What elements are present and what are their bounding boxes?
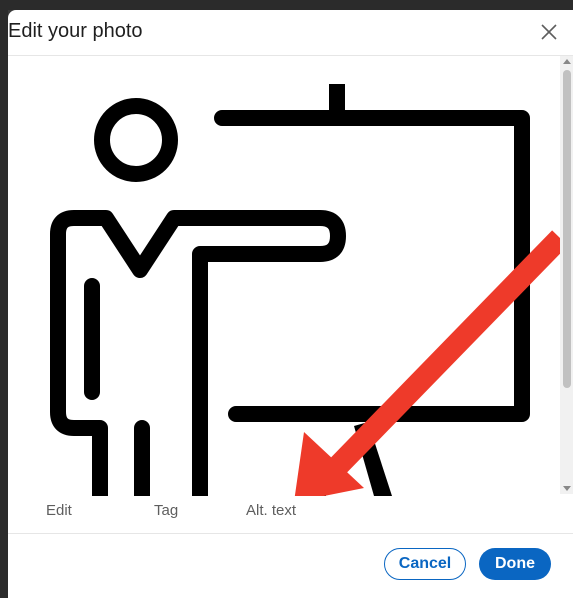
tab-tag[interactable]: Tag — [154, 502, 178, 519]
tab-alt-text[interactable]: Alt. text — [246, 502, 296, 519]
cancel-button[interactable]: Cancel — [384, 548, 466, 580]
presenter-whiteboard-icon — [50, 84, 568, 504]
scroll-up-icon[interactable] — [563, 59, 571, 64]
scroll-down-icon[interactable] — [563, 486, 571, 491]
scroll-thumb[interactable] — [563, 70, 571, 388]
scrollbar[interactable] — [560, 56, 573, 494]
dialog-title: Edit your photo — [8, 20, 143, 42]
photo-preview — [8, 56, 568, 504]
dialog-content: Edit Tag Alt. text — [8, 56, 573, 532]
close-icon[interactable] — [537, 20, 561, 44]
photo-edit-tabs: Edit Tag Alt. text — [8, 496, 560, 532]
dialog-header: Edit your photo — [8, 10, 573, 56]
edit-photo-dialog: Edit your photo Edit Tag Alt. text Cance… — [8, 10, 573, 598]
done-button[interactable]: Done — [479, 548, 551, 580]
dialog-footer: Cancel Done — [8, 533, 573, 598]
tab-edit[interactable]: Edit — [46, 502, 72, 519]
background-left — [0, 0, 8, 598]
background-top — [0, 0, 573, 10]
